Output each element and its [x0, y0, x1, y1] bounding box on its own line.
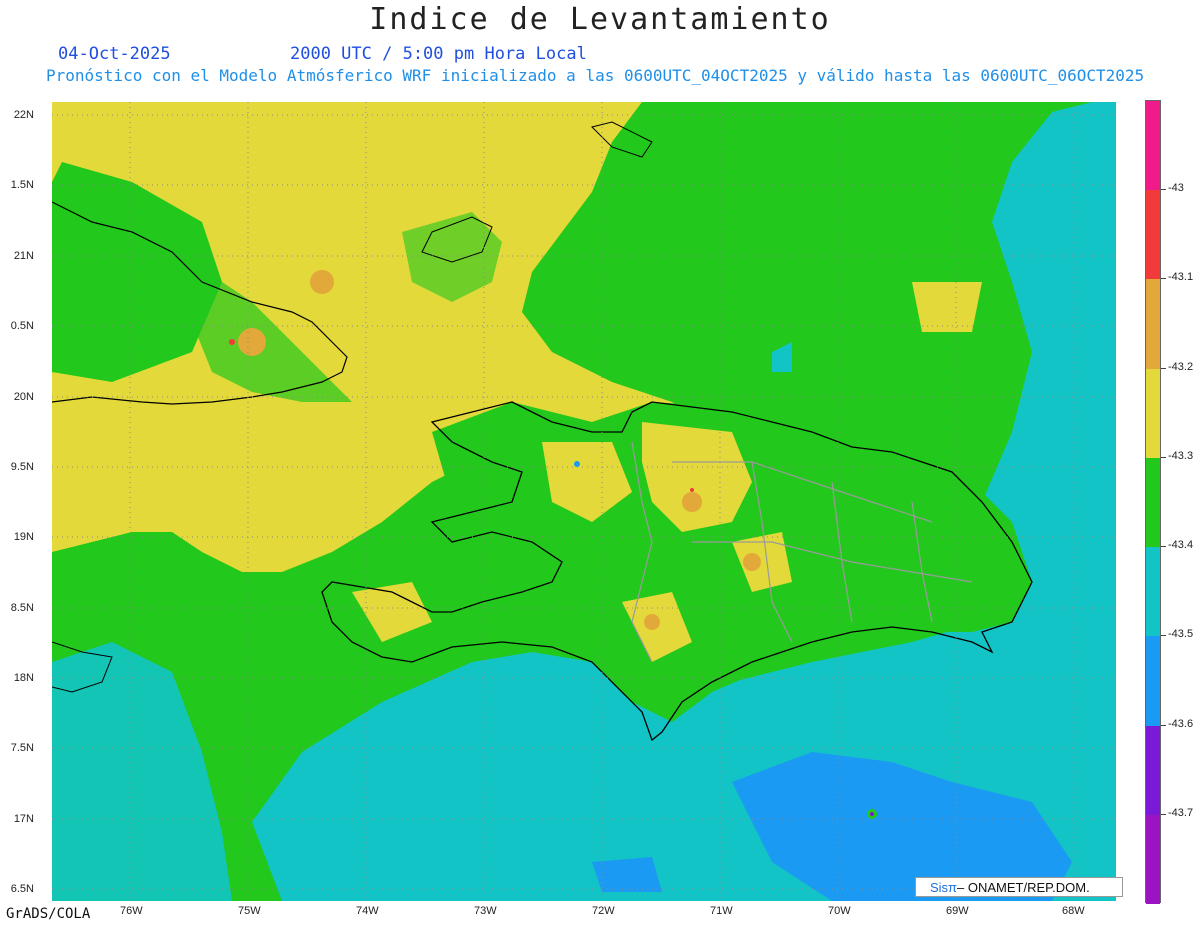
colorbar-label: -43.7 — [1168, 806, 1194, 819]
y-tick-label: 20N — [13, 391, 34, 403]
forecast-time: 2000 UTC / 5:00 pm Hora Local — [290, 44, 587, 64]
y-tick-label: 7.5N — [10, 742, 34, 754]
colorbar-label: -43.3 — [1168, 449, 1194, 462]
colorbar-tick — [1161, 278, 1166, 280]
map-title: Indice de Levantamiento — [369, 2, 831, 37]
x-tick-label: 72W — [592, 905, 615, 917]
logo-brand: Sisπ — [930, 879, 958, 895]
y-tick-label: 8.5N — [10, 602, 34, 614]
x-tick-label: 73W — [474, 905, 497, 917]
colorbar-segment — [1146, 725, 1160, 815]
forecast-description: Pronóstico con el Modelo Atmósferico WRF… — [46, 66, 1145, 85]
colorbar-segment — [1146, 368, 1160, 458]
colorbar-label: -43.5 — [1168, 628, 1194, 641]
x-tick-label: 68W — [1062, 905, 1085, 917]
field-orange-3 — [682, 492, 702, 512]
colorbar-tick — [1161, 367, 1166, 369]
field-yellow-east — [912, 282, 982, 332]
y-tick-label: 0.5N — [10, 320, 34, 332]
y-tick-label: 18N — [13, 672, 34, 684]
colorbar-label: -43.6 — [1168, 717, 1194, 730]
onamet-logo: Sisπ – ONAMET/REP.DOM. — [915, 877, 1123, 897]
colorbar-segment — [1146, 547, 1160, 637]
x-tick-label: 74W — [356, 905, 379, 917]
colorbar-tick — [1161, 813, 1166, 815]
colorbar-segment — [1146, 814, 1160, 904]
logo-org: – ONAMET/REP.DOM. — [957, 879, 1090, 895]
y-tick-label: 21N — [13, 250, 34, 262]
x-tick-label: 75W — [238, 905, 261, 917]
y-tick-label: 6.5N — [10, 883, 34, 895]
map-canvas — [52, 102, 1116, 901]
field-orange-1 — [238, 328, 266, 356]
field-red-dot-2 — [690, 488, 694, 492]
y-tick-label: 17N — [13, 813, 34, 825]
y-tick-label: 22N — [13, 109, 34, 121]
colorbar-segment — [1146, 190, 1160, 280]
colorbar-tick — [1161, 724, 1166, 726]
colorbar-label: -43.2 — [1168, 360, 1194, 373]
colorbar-label: -43.4 — [1168, 539, 1194, 552]
field-orange-2 — [310, 270, 334, 294]
forecast-date: 04-Oct-2025 — [58, 44, 171, 64]
field-red-dot-1 — [229, 339, 235, 345]
lifted-index-map — [52, 102, 1116, 901]
colorbar-segment — [1146, 279, 1160, 369]
colorbar-tick — [1161, 546, 1166, 548]
colorbar-label: -43 — [1168, 182, 1184, 195]
x-tick-label: 71W — [710, 905, 733, 917]
colorbar-tick — [1161, 456, 1166, 458]
x-tick-label: 69W — [946, 905, 969, 917]
colorbar — [1145, 100, 1161, 904]
colorbar-segment — [1146, 457, 1160, 548]
colorbar-label: -43.1 — [1168, 271, 1194, 284]
colorbar-segment — [1146, 636, 1160, 726]
colorbar-segment — [1146, 101, 1160, 191]
colorbar-tick — [1161, 189, 1166, 191]
field-orange-5 — [743, 553, 761, 571]
x-tick-label: 70W — [828, 905, 851, 917]
y-tick-label: 9.5N — [10, 461, 34, 473]
y-tick-label: 1.5N — [10, 179, 34, 191]
colorbar-tick — [1161, 635, 1166, 637]
grads-credit: GrADS/COLA — [6, 906, 91, 922]
field-purple-dot — [870, 812, 874, 816]
y-tick-label: 19N — [13, 531, 34, 543]
field-orange-4 — [644, 614, 660, 630]
x-tick-label: 76W — [120, 905, 143, 917]
field-blue-dot — [574, 461, 580, 467]
